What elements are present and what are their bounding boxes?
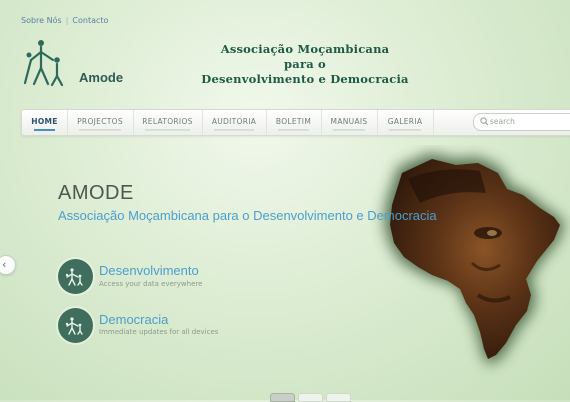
hero-title: AMODE (58, 182, 134, 204)
nav-galeria[interactable]: GALERIA (377, 110, 434, 135)
chevron-left-icon: ‹ (2, 258, 7, 271)
slider-prev-button[interactable]: ‹ (0, 255, 16, 275)
site-title-line1: Associação Moçambicana (220, 42, 390, 56)
people-icon (65, 268, 83, 286)
top-links: Sobre Nós | Contacto (21, 16, 109, 25)
development-feature-icon (58, 259, 93, 294)
feature-title-democracy[interactable]: Democracia (99, 312, 168, 327)
nav-manuais[interactable]: MANUAIS (321, 110, 378, 135)
nav-auditoria[interactable]: AUDITORIA (202, 110, 267, 135)
feature-desc-democracy: Immediate updates for all devices (99, 328, 219, 336)
nav-projectos[interactable]: PROJECTOS (67, 110, 134, 135)
logo-figures-icon (23, 40, 64, 87)
site-title-line2: para o (284, 57, 326, 71)
people-icon (65, 317, 83, 335)
logo[interactable]: Amode (21, 38, 131, 90)
contact-link[interactable]: Contacto (72, 16, 108, 25)
democracy-feature-icon (58, 308, 93, 343)
feature-desc-development: Access your data everywhere (99, 280, 203, 288)
hero-subtitle: Associação Moçambicana para o Desenvolvi… (58, 208, 437, 223)
nav-home[interactable]: HOME (22, 110, 68, 135)
search-icon (480, 117, 489, 126)
nav-boletim[interactable]: BOLETIM (266, 110, 322, 135)
search-input[interactable]: search (473, 113, 570, 131)
site-title-line3: Desenvolvimento e Democracia (201, 72, 409, 86)
slider-dot-1[interactable] (270, 393, 295, 402)
about-link[interactable]: Sobre Nós (21, 16, 62, 25)
africa-face-image (384, 153, 565, 365)
search-placeholder: search (490, 117, 515, 126)
feature-title-development[interactable]: Desenvolvimento (99, 263, 199, 278)
logo-text: Amode (79, 70, 124, 85)
slider-dot-2[interactable] (298, 393, 323, 402)
nav-relatorios[interactable]: RELATORIOS (133, 110, 203, 135)
slider-dot-3[interactable] (326, 393, 351, 402)
site-title: Associação Moçambicana para o Desenvolvi… (200, 42, 410, 87)
